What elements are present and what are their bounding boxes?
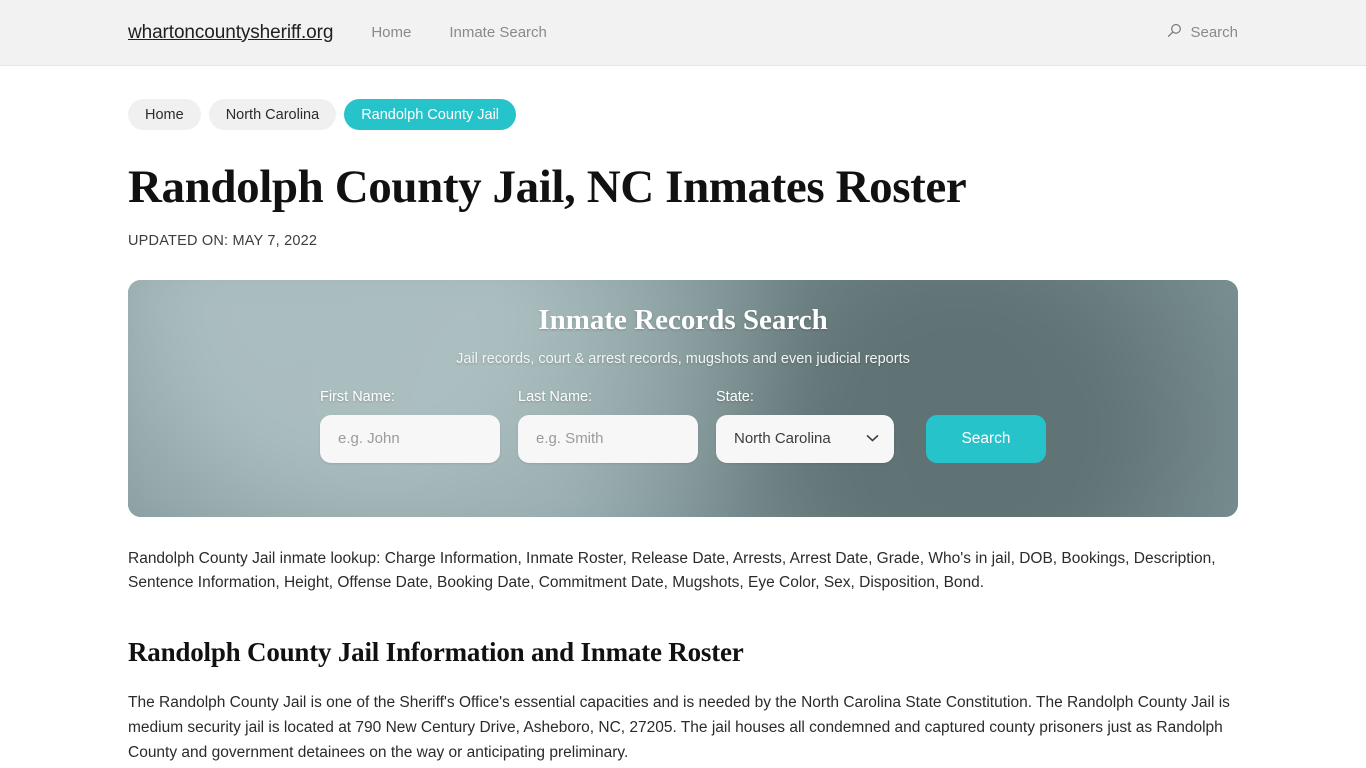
hero-subtitle: Jail records, court & arrest records, mu… (456, 350, 910, 367)
jail-information-paragraph: The Randolph County Jail is one of the S… (128, 693, 1230, 761)
state-field-group: State: North Carolina (716, 389, 894, 463)
search-icon (1167, 23, 1182, 43)
page-title: Randolph County Jail, NC Inmates Roster (128, 161, 967, 213)
updated-date: UPDATED ON: MAY 7, 2022 (128, 232, 318, 249)
nav-link-inmate-search[interactable]: Inmate Search (449, 24, 547, 41)
nav-link-home[interactable]: Home (371, 24, 411, 41)
section-heading-jail-information: Randolph County Jail Information and Inm… (128, 636, 744, 667)
state-select[interactable]: North Carolina (716, 414, 894, 463)
first-name-label: First Name: (320, 388, 395, 405)
hero-search-button[interactable]: Search (926, 414, 1046, 463)
last-name-field-group: Last Name: (518, 389, 698, 463)
site-header: whartoncountysheriff.org Home Inmate Sea… (0, 0, 1366, 66)
breadcrumb-item-home[interactable]: Home (128, 99, 201, 130)
breadcrumb-item-north-carolina[interactable]: North Carolina (208, 99, 337, 130)
inmate-lookup-paragraph: Randolph County Jail inmate lookup: Char… (128, 549, 1216, 591)
first-name-input[interactable] (320, 414, 500, 463)
breadcrumb-item-randolph-county-jail[interactable]: Randolph County Jail (344, 99, 517, 130)
last-name-label: Last Name: (518, 388, 593, 405)
hero-title: Inmate Records Search (538, 303, 828, 336)
header-search-toggle[interactable]: Search (1167, 23, 1238, 43)
inmate-search-form: First Name: Last Name: State: North Caro… (320, 389, 1046, 463)
primary-nav: Home Inmate Search (371, 24, 547, 41)
state-label: State: (716, 388, 754, 405)
breadcrumb: Home North Carolina Randolph County Jail (128, 66, 1238, 130)
main-content: Home North Carolina Randolph County Jail… (0, 66, 1366, 765)
header-search-label: Search (1190, 24, 1238, 41)
first-name-field-group: First Name: (320, 389, 500, 463)
site-logo[interactable]: whartoncountysheriff.org (128, 22, 333, 44)
last-name-input[interactable] (518, 414, 698, 463)
inmate-records-search-card: Inmate Records Search Jail records, cour… (128, 279, 1238, 517)
